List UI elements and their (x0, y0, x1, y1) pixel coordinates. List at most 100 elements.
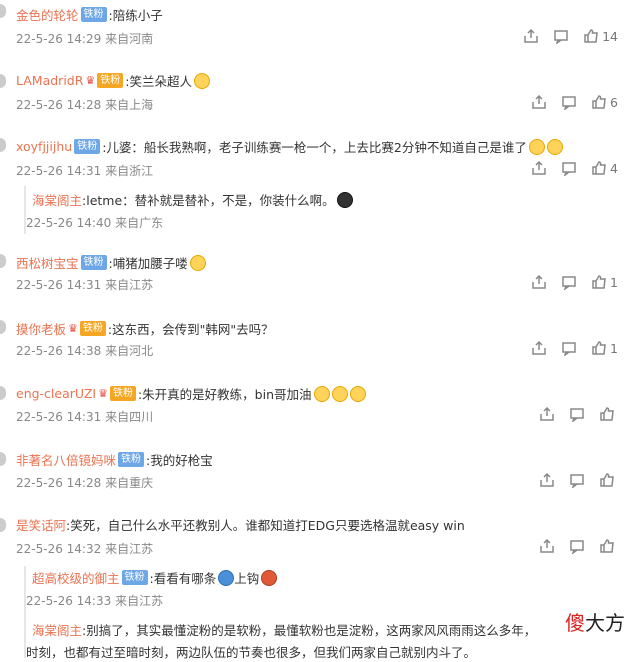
comment-button[interactable] (569, 406, 585, 422)
avatar[interactable] (0, 74, 6, 88)
comment-icon (562, 162, 576, 176)
comment-text: :笑兰朵超人 (125, 74, 193, 89)
username[interactable]: LAMadridR (16, 73, 83, 88)
username[interactable]: xoyfjjijhu (16, 139, 72, 154)
crab-emoji-icon (261, 569, 278, 586)
like-button[interactable] (599, 406, 618, 422)
avatar[interactable] (0, 320, 6, 334)
share-icon (540, 472, 554, 487)
username[interactable]: 是笑话阿 (16, 515, 66, 534)
username[interactable]: 西松树宝宝 (16, 253, 79, 272)
share-button[interactable] (539, 406, 555, 422)
cat-emoji-icon (528, 138, 545, 155)
like-count: 4 (610, 160, 618, 176)
comment-button[interactable] (561, 160, 577, 176)
share-icon (532, 340, 546, 355)
comment-button[interactable] (561, 340, 577, 356)
share-button[interactable] (531, 94, 547, 110)
reply-username[interactable]: 海棠阁主 (32, 620, 82, 639)
avatar[interactable] (0, 386, 6, 400)
avatar[interactable] (0, 138, 6, 152)
fan-badge: 铁粉 (80, 7, 107, 22)
fan-badge: 铁粉 (80, 255, 107, 270)
fan-badge: 铁粉 (74, 139, 101, 154)
like-icon (592, 341, 606, 355)
cat-emoji-icon (349, 385, 366, 402)
comment-meta: 22-5-26 14:31 来自浙江 (16, 164, 154, 178)
comment-text: :陪练小子 (108, 8, 163, 23)
reply-text: :看看有哪条 (149, 571, 217, 586)
comment-button[interactable] (561, 274, 577, 290)
comment-text: :这东西，会传到"韩网"去吗？ (107, 322, 274, 337)
comment-text: :哺猪加腰子喽 (108, 256, 188, 271)
fan-badge: 铁粉 (79, 321, 106, 336)
avatar[interactable] (0, 518, 6, 532)
reply-meta: 22-5-26 14:33 来自江苏 (26, 594, 164, 608)
comment-meta: 22-5-26 14:29 来自河南 (16, 32, 154, 46)
avatar[interactable] (0, 4, 6, 18)
like-icon (592, 275, 606, 289)
like-count: 1 (610, 274, 618, 290)
face-emoji-icon (189, 254, 206, 271)
like-icon (600, 473, 614, 487)
comment-7: 非著名八倍镜妈咪 铁粉 :我的好枪宝 22-5-26 14:28 来自重庆 (0, 448, 640, 504)
comment-4: 西松树宝宝 铁粉 :哺猪加腰子喽 22-5-26 14:31 来自江苏 1 (0, 250, 640, 306)
reply-text: :别搞了，其实最懂淀粉的是软粉，最懂软粉也是淀粉，这两家风风雨雨这么多年， (82, 623, 537, 638)
comment-8: 是笑话阿 :笑死，自己什么水平还教别人。谁都知道打EDG只要选格温就easy w… (0, 514, 640, 662)
crown-icon: ♛ (85, 74, 96, 87)
share-icon (540, 406, 554, 421)
cat-emoji-icon (331, 385, 348, 402)
comment-6: eng-clearUZI ♛ 铁粉 :朱开真的是好教练，bin哥加油 22-5-… (0, 382, 640, 438)
like-button[interactable]: 1 (591, 274, 618, 290)
reply-continuation: 时刻，也都有过至暗时刻，两边队伍的节奏也很多，但我们两家自己就别内斗了。 (26, 645, 477, 660)
reply-username[interactable]: 海棠阁主 (32, 190, 82, 209)
reply: 海棠阁主 :别搞了，其实最懂淀粉的是软粉，最懂软粉也是淀粉，这两家风风雨雨这么多… (32, 620, 536, 639)
like-count: 6 (610, 94, 618, 110)
username[interactable]: 摸你老板 (16, 319, 66, 338)
like-button[interactable] (599, 538, 618, 554)
comment-text: :笑死，自己什么水平还教别人。谁都知道打EDG只要选格温就easy win (66, 518, 465, 533)
avatar[interactable] (0, 254, 6, 268)
comment-meta: 22-5-26 14:32 来自江苏 (16, 542, 154, 556)
comment-text: :儿婆：船长我熟啊，老子训练赛一枪一个，上去比赛2分钟不知道自己是谁了 (102, 140, 527, 155)
share-button[interactable] (531, 160, 547, 176)
share-icon (532, 274, 546, 289)
comment-text: :朱开真的是好教练，bin哥加油 (137, 387, 312, 402)
comment-icon (570, 540, 584, 554)
like-button[interactable]: 1 (591, 340, 618, 356)
like-button[interactable]: 4 (591, 160, 618, 176)
crown-icon: ♛ (98, 387, 108, 400)
comment-meta: 22-5-26 14:31 来自江苏 (16, 278, 154, 292)
crown-icon: ♛ (68, 322, 78, 335)
share-button[interactable] (539, 472, 555, 488)
comment-button[interactable] (553, 28, 569, 44)
share-icon (540, 538, 554, 553)
like-button[interactable] (599, 472, 618, 488)
username[interactable]: 金色的轮轮 (16, 5, 79, 24)
comment-2: LAMadridR ♛ 铁粉 :笑兰朵超人 22-5-26 14:28 来自上海… (0, 68, 640, 124)
reply-username[interactable]: 超高校级的御主 (32, 568, 120, 587)
reply-meta: 22-5-26 14:40 来自广东 (26, 216, 164, 230)
share-button[interactable] (531, 274, 547, 290)
username[interactable]: 非著名八倍镜妈咪 (16, 450, 116, 469)
avatar[interactable] (0, 452, 6, 466)
comment-button[interactable] (561, 94, 577, 110)
comment-meta: 22-5-26 14:38 来自河北 (16, 344, 154, 358)
comment-meta: 22-5-26 14:28 来自重庆 (16, 476, 154, 490)
reply: 海棠阁主 :letme：替补就是替补，不是，你装什么啊。 (32, 190, 353, 209)
like-button[interactable]: 14 (583, 28, 618, 44)
comment-icon (570, 474, 584, 488)
reply-text: :letme：替补就是替补，不是，你装什么啊。 (82, 193, 335, 208)
reply-text-tail: 上钩 (234, 571, 260, 586)
share-icon (532, 94, 546, 109)
comment-button[interactable] (569, 472, 585, 488)
share-button[interactable] (531, 340, 547, 356)
like-button[interactable]: 6 (591, 94, 618, 110)
share-button[interactable] (523, 28, 539, 44)
username[interactable]: eng-clearUZI (16, 386, 96, 401)
comment-meta: 22-5-26 14:28 来自上海 (16, 98, 154, 112)
comment-button[interactable] (569, 538, 585, 554)
crying-emoji-icon (194, 72, 211, 89)
fan-badge: 铁粉 (97, 73, 124, 88)
share-button[interactable] (539, 538, 555, 554)
